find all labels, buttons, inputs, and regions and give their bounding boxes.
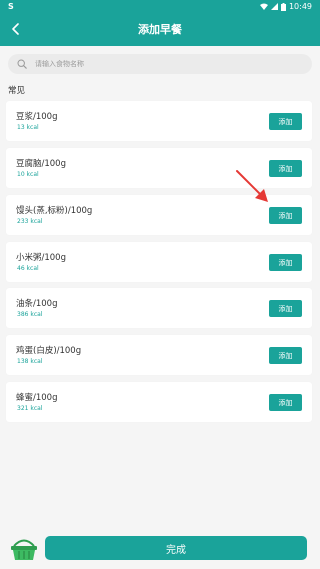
food-name: 蜂蜜/100g bbox=[16, 393, 58, 403]
food-name: 豆腐脑/100g bbox=[16, 159, 66, 169]
status-icons: 10:49 bbox=[259, 2, 312, 11]
page-title: 添加早餐 bbox=[138, 23, 182, 36]
clock: 10:49 bbox=[288, 2, 312, 11]
food-kcal: 321 kcal bbox=[17, 405, 43, 412]
food-name: 豆浆/100g bbox=[16, 112, 58, 122]
signal-icon bbox=[270, 3, 278, 10]
add-button[interactable]: 添加 bbox=[269, 254, 302, 271]
food-item-soy-milk: 豆浆/100g 13 kcal 添加 bbox=[6, 101, 312, 141]
food-kcal: 138 kcal bbox=[17, 358, 43, 365]
search-input[interactable] bbox=[35, 60, 295, 68]
add-button[interactable]: 添加 bbox=[269, 300, 302, 317]
add-button[interactable]: 添加 bbox=[269, 207, 302, 224]
add-button[interactable]: 添加 bbox=[269, 347, 302, 364]
food-name: 小米粥/100g bbox=[16, 253, 66, 263]
food-kcal: 46 kcal bbox=[17, 265, 39, 272]
wifi-icon bbox=[259, 3, 268, 10]
food-item-egg: 鸡蛋(白皮)/100g 138 kcal 添加 bbox=[6, 335, 312, 375]
app-badge: S bbox=[8, 2, 14, 11]
food-name: 馒头(蒸,标粉)/100g bbox=[16, 206, 93, 216]
food-kcal: 386 kcal bbox=[17, 311, 43, 318]
add-button[interactable]: 添加 bbox=[269, 394, 302, 411]
food-kcal: 10 kcal bbox=[17, 171, 39, 178]
food-name: 鸡蛋(白皮)/100g bbox=[16, 346, 82, 356]
done-button[interactable]: 完成 bbox=[45, 536, 307, 560]
food-item-steamed-bun: 馒头(蒸,标粉)/100g 233 kcal 添加 bbox=[6, 195, 312, 235]
add-button[interactable]: 添加 bbox=[269, 113, 302, 130]
search-bar[interactable] bbox=[8, 54, 312, 74]
status-bar: S 10:49 bbox=[0, 0, 320, 13]
food-kcal: 233 kcal bbox=[17, 218, 43, 225]
food-item-millet-porridge: 小米粥/100g 46 kcal 添加 bbox=[6, 242, 312, 282]
food-name: 油条/100g bbox=[16, 299, 58, 309]
food-item-fried-dough: 油条/100g 386 kcal 添加 bbox=[6, 288, 312, 328]
section-title: 常见 bbox=[8, 86, 26, 96]
food-item-honey: 蜂蜜/100g 321 kcal 添加 bbox=[6, 382, 312, 422]
food-kcal: 13 kcal bbox=[17, 124, 39, 131]
basket-icon[interactable] bbox=[10, 537, 38, 561]
bottom-bar: 完成 bbox=[0, 523, 320, 569]
food-item-tofu-pudding: 豆腐脑/100g 10 kcal 添加 bbox=[6, 148, 312, 188]
add-button[interactable]: 添加 bbox=[269, 160, 302, 177]
battery-icon bbox=[280, 2, 286, 11]
app-bar: 添加早餐 bbox=[0, 13, 320, 46]
search-icon bbox=[17, 58, 29, 70]
